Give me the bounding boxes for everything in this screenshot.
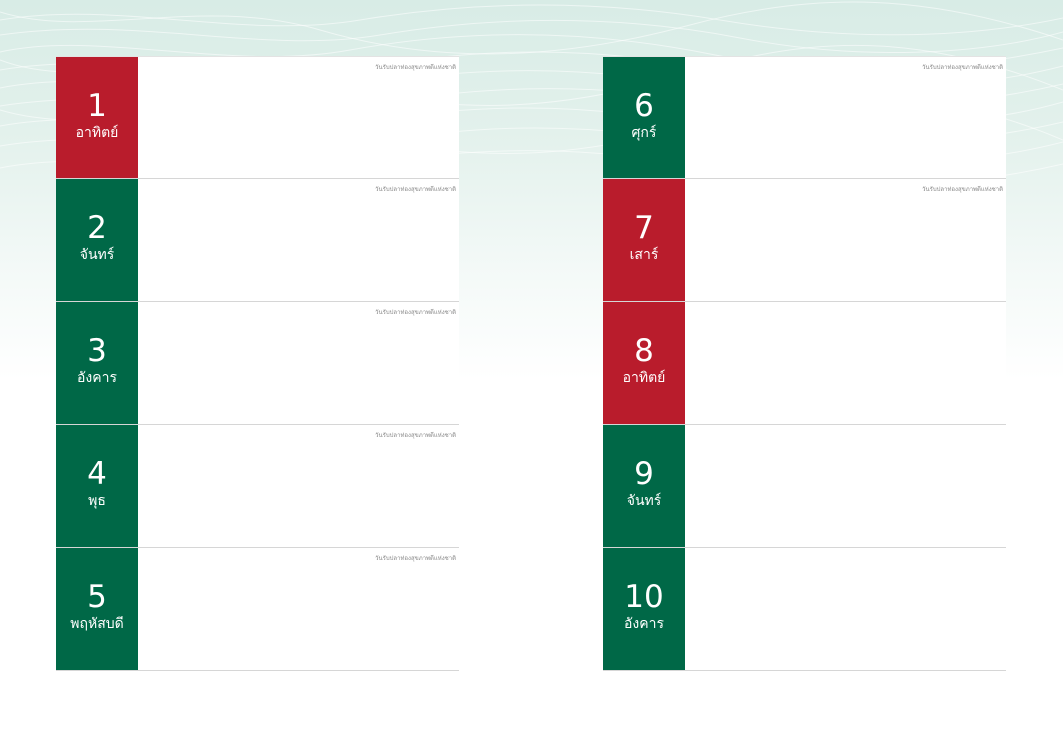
note-area[interactable]: วันรับปลาท่องสุขภาพดีแห่งชาติ [138,179,459,301]
date-box: 6 ศุกร์ [603,57,685,178]
day-number: 9 [634,456,654,492]
holiday-note: วันรับปลาท่องสุขภาพดีแห่งชาติ [922,186,1003,193]
weekday-name: พุธ [88,493,106,509]
note-area[interactable]: วันรับปลาท่องสุขภาพดีแห่งชาติ [138,548,459,670]
holiday-note: วันรับปลาท่องสุขภาพดีแห่งชาติ [375,555,456,562]
holiday-note: วันรับปลาท่องสุขภาพดีแห่งชาติ [375,309,456,316]
day-row[interactable]: 1 อาทิตย์ วันรับปลาท่องสุขภาพดีแห่งชาติ [56,56,459,179]
date-box: 9 จันทร์ [603,425,685,547]
day-row[interactable]: 6 ศุกร์ วันรับปลาท่องสุขภาพดีแห่งชาติ [603,56,1006,179]
weekday-name: จันทร์ [626,493,662,509]
date-box: 8 อาทิตย์ [603,302,685,424]
weekday-name: อังคาร [624,616,664,632]
day-number: 1 [87,87,107,124]
day-number: 10 [624,579,664,615]
note-area[interactable]: วันรับปลาท่องสุขภาพดีแห่งชาติ [685,179,1006,301]
day-number: 4 [87,456,107,492]
day-number: 3 [87,333,107,369]
day-row[interactable]: 7 เสาร์ วันรับปลาท่องสุขภาพดีแห่งชาติ [603,179,1006,302]
date-box: 5 พฤหัสบดี [56,548,138,670]
left-day-column: 1 อาทิตย์ วันรับปลาท่องสุขภาพดีแห่งชาติ … [56,56,459,671]
day-row[interactable]: 10 อังคาร [603,548,1006,671]
day-number: 5 [87,579,107,615]
holiday-note: วันรับปลาท่องสุขภาพดีแห่งชาติ [922,64,1003,71]
note-area[interactable]: วันรับปลาท่องสุขภาพดีแห่งชาติ [138,302,459,424]
day-row[interactable]: 8 อาทิตย์ [603,302,1006,425]
day-row[interactable]: 2 จันทร์ วันรับปลาท่องสุขภาพดีแห่งชาติ [56,179,459,302]
note-area[interactable] [685,425,1006,547]
weekday-name: อาทิตย์ [622,370,666,386]
date-box: 4 พุธ [56,425,138,547]
day-row[interactable]: 5 พฤหัสบดี วันรับปลาท่องสุขภาพดีแห่งชาติ [56,548,459,671]
day-row[interactable]: 4 พุธ วันรับปลาท่องสุขภาพดีแห่งชาติ [56,425,459,548]
note-area[interactable]: วันรับปลาท่องสุขภาพดีแห่งชาติ [685,57,1006,178]
date-box: 2 จันทร์ [56,179,138,301]
right-day-column: 6 ศุกร์ วันรับปลาท่องสุขภาพดีแห่งชาติ 7 … [603,56,1006,671]
day-number: 7 [634,210,654,246]
holiday-note: วันรับปลาท่องสุขภาพดีแห่งชาติ [375,64,456,71]
date-box: 7 เสาร์ [603,179,685,301]
day-row[interactable]: 9 จันทร์ [603,425,1006,548]
note-area[interactable]: วันรับปลาท่องสุขภาพดีแห่งชาติ [138,57,459,178]
day-number: 8 [634,333,654,369]
weekday-name: ศุกร์ [631,124,657,141]
day-row[interactable]: 3 อังคาร วันรับปลาท่องสุขภาพดีแห่งชาติ [56,302,459,425]
note-area[interactable] [685,548,1006,670]
weekday-name: เสาร์ [629,247,659,263]
weekday-name: อังคาร [77,370,117,386]
holiday-note: วันรับปลาท่องสุขภาพดีแห่งชาติ [375,186,456,193]
date-box: 3 อังคาร [56,302,138,424]
day-number: 2 [87,210,107,246]
note-area[interactable]: วันรับปลาท่องสุขภาพดีแห่งชาติ [138,425,459,547]
note-area[interactable] [685,302,1006,424]
weekday-name: พฤหัสบดี [70,616,124,632]
day-number: 6 [634,87,654,124]
holiday-note: วันรับปลาท่องสุขภาพดีแห่งชาติ [375,432,456,439]
weekday-name: จันทร์ [79,247,115,263]
weekday-name: อาทิตย์ [75,124,119,141]
date-box: 10 อังคาร [603,548,685,670]
date-box: 1 อาทิตย์ [56,57,138,178]
